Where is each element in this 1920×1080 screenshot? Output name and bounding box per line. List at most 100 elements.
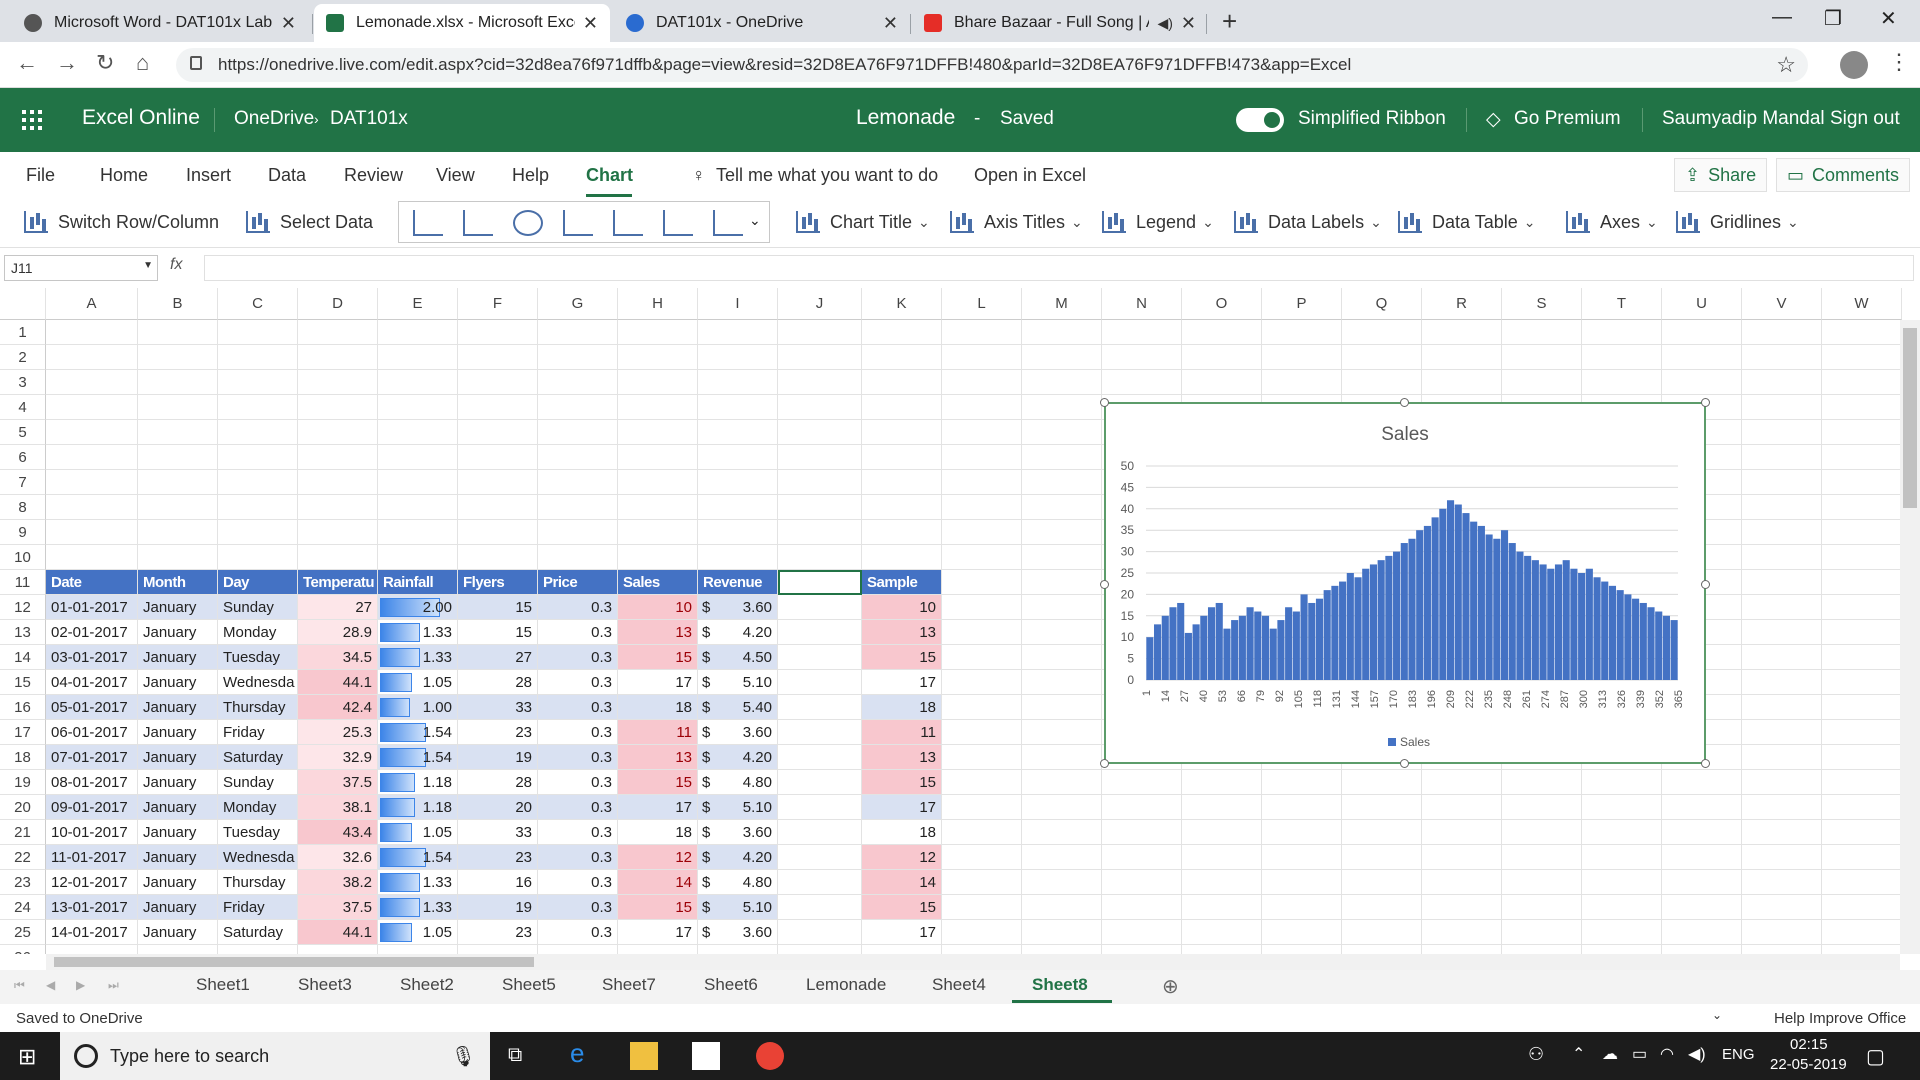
grid-cell[interactable] bbox=[1822, 320, 1902, 345]
grid-cell[interactable] bbox=[1022, 595, 1102, 620]
table-cell[interactable]: Tuesday bbox=[218, 820, 298, 845]
table-cell[interactable]: 0.3 bbox=[538, 620, 618, 645]
sample-cell[interactable]: 18 bbox=[862, 695, 942, 720]
bar-chart-icon[interactable] bbox=[563, 210, 593, 236]
grid-cell[interactable] bbox=[778, 645, 862, 670]
grid-cell[interactable] bbox=[1342, 945, 1422, 954]
table-cell[interactable]: January bbox=[138, 795, 218, 820]
pie-chart-icon[interactable] bbox=[513, 210, 543, 236]
grid-cell[interactable] bbox=[538, 370, 618, 395]
file-explorer-icon[interactable] bbox=[630, 1042, 658, 1070]
reload-button[interactable]: ↻ bbox=[96, 50, 114, 76]
grid-cell[interactable] bbox=[538, 495, 618, 520]
table-cell[interactable]: 11 bbox=[618, 720, 698, 745]
grid-cell[interactable] bbox=[942, 570, 1022, 595]
grid-cell[interactable] bbox=[1502, 870, 1582, 895]
sample-cell[interactable]: 17 bbox=[862, 920, 942, 945]
grid-cell[interactable] bbox=[618, 395, 698, 420]
grid-cell[interactable] bbox=[942, 670, 1022, 695]
column-header[interactable]: T bbox=[1582, 288, 1662, 320]
formula-input[interactable] bbox=[204, 255, 1914, 281]
grid-cell[interactable] bbox=[778, 470, 862, 495]
grid-cell[interactable] bbox=[1022, 945, 1102, 954]
table-cell[interactable]: 05-01-2017 bbox=[46, 695, 138, 720]
edge-icon[interactable]: e bbox=[570, 1038, 598, 1068]
data-table-button[interactable]: Data Table ⌄ bbox=[1398, 211, 1535, 233]
grid-cell[interactable] bbox=[1822, 495, 1902, 520]
grid-cell[interactable] bbox=[1102, 820, 1182, 845]
resize-handle[interactable] bbox=[1100, 759, 1109, 768]
sheet-tab[interactable]: Sheet4 bbox=[932, 975, 986, 995]
grid-cell[interactable] bbox=[1342, 795, 1422, 820]
table-cell[interactable]: 17 bbox=[618, 920, 698, 945]
table-cell[interactable]: 17 bbox=[618, 670, 698, 695]
row-header[interactable]: 15 bbox=[0, 670, 46, 695]
table-cell[interactable]: $4.20 bbox=[698, 620, 778, 645]
sample-cell[interactable]: 13 bbox=[862, 620, 942, 645]
grid-cell[interactable] bbox=[1022, 745, 1102, 770]
table-cell[interactable]: 1.33 bbox=[378, 895, 458, 920]
grid-cell[interactable] bbox=[538, 395, 618, 420]
grid-cell[interactable] bbox=[1502, 895, 1582, 920]
grid-cell[interactable] bbox=[698, 420, 778, 445]
grid-cell[interactable] bbox=[378, 470, 458, 495]
grid-cell[interactable] bbox=[1422, 895, 1502, 920]
grid-cell[interactable] bbox=[1022, 345, 1102, 370]
grid-cell[interactable] bbox=[1022, 795, 1102, 820]
grid-cell[interactable] bbox=[458, 320, 538, 345]
grid-cell[interactable] bbox=[138, 395, 218, 420]
sheet-tab[interactable]: Sheet7 bbox=[602, 975, 656, 995]
table-cell[interactable]: $5.10 bbox=[698, 795, 778, 820]
grid-cell[interactable] bbox=[298, 495, 378, 520]
row-header[interactable]: 9 bbox=[0, 520, 46, 545]
area-chart-icon[interactable] bbox=[613, 210, 643, 236]
table-cell[interactable]: 1.54 bbox=[378, 720, 458, 745]
sample-cell[interactable]: 13 bbox=[862, 745, 942, 770]
grid-cell[interactable] bbox=[618, 370, 698, 395]
column-header[interactable]: F bbox=[458, 288, 538, 320]
grid-cell[interactable] bbox=[1182, 770, 1262, 795]
grid-cell[interactable] bbox=[942, 595, 1022, 620]
table-cell[interactable]: $4.80 bbox=[698, 770, 778, 795]
grid-cell[interactable] bbox=[1342, 770, 1422, 795]
table-cell[interactable]: 0.3 bbox=[538, 720, 618, 745]
window-close-button[interactable]: ✕ bbox=[1880, 6, 1897, 31]
grid-cell[interactable] bbox=[778, 420, 862, 445]
grid-cell[interactable] bbox=[1502, 320, 1582, 345]
row-header[interactable]: 11 bbox=[0, 570, 46, 595]
grid-cell[interactable] bbox=[1422, 820, 1502, 845]
table-cell[interactable]: 25.3 bbox=[298, 720, 378, 745]
forward-button[interactable]: → bbox=[56, 50, 78, 76]
grid-cell[interactable] bbox=[1582, 870, 1662, 895]
line-chart-icon[interactable] bbox=[463, 210, 493, 236]
grid-cell[interactable] bbox=[1502, 945, 1582, 954]
grid-cell[interactable] bbox=[378, 370, 458, 395]
table-cell[interactable]: 0.3 bbox=[538, 845, 618, 870]
grid-cell[interactable] bbox=[1102, 345, 1182, 370]
grid-cell[interactable] bbox=[1422, 870, 1502, 895]
axis-titles-button[interactable]: Axis Titles ⌄ bbox=[950, 211, 1083, 233]
grid-cell[interactable] bbox=[1822, 870, 1902, 895]
sample-cell[interactable]: 15 bbox=[862, 645, 942, 670]
sheet-tab[interactable]: Sheet5 bbox=[502, 975, 556, 995]
user-name[interactable]: Saumyadip Mandal bbox=[1662, 108, 1825, 130]
grid-cell[interactable] bbox=[46, 345, 138, 370]
grid-cell[interactable] bbox=[138, 945, 218, 954]
table-cell[interactable]: $5.10 bbox=[698, 670, 778, 695]
grid-cell[interactable] bbox=[778, 570, 862, 595]
grid-cell[interactable] bbox=[942, 495, 1022, 520]
grid-cell[interactable] bbox=[538, 320, 618, 345]
table-cell[interactable]: Sunday bbox=[218, 595, 298, 620]
tab-help[interactable]: Help bbox=[512, 165, 549, 186]
grid-cell[interactable] bbox=[618, 945, 698, 954]
grid-cell[interactable] bbox=[378, 320, 458, 345]
grid-cell[interactable] bbox=[1022, 895, 1102, 920]
grid-cell[interactable] bbox=[298, 445, 378, 470]
grid-cell[interactable] bbox=[218, 495, 298, 520]
table-cell[interactable]: 42.4 bbox=[298, 695, 378, 720]
grid-cell[interactable] bbox=[46, 445, 138, 470]
row-header[interactable]: 19 bbox=[0, 770, 46, 795]
row-header[interactable]: 6 bbox=[0, 445, 46, 470]
table-cell[interactable]: 1.00 bbox=[378, 695, 458, 720]
grid-cell[interactable] bbox=[458, 495, 538, 520]
